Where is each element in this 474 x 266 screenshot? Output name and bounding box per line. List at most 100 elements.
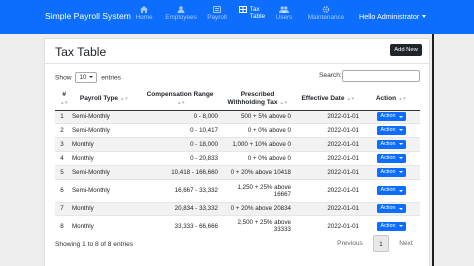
chevron-down-icon — [398, 225, 403, 228]
action-dropdown-button[interactable]: Action — [376, 221, 406, 231]
tax-table: #▲▼ Payroll Type ▲▼ Compensation Range▲▼ … — [55, 88, 420, 237]
col-header-payroll-type[interactable]: Payroll Type ▲▼ — [69, 88, 139, 111]
chevron-down-icon — [398, 143, 403, 145]
user-menu[interactable]: Hello Administrator — [359, 12, 427, 21]
withholding-tax: 500 + 5% above 0 — [221, 109, 294, 123]
action-dropdown-button[interactable]: Action — [376, 186, 406, 195]
chevron-down-icon — [398, 189, 403, 192]
row-number: 7 — [55, 201, 69, 215]
withholding-tax: 0 + 0% above 0 — [221, 122, 294, 137]
row-number: 1 — [55, 109, 69, 123]
row-number: 5 — [55, 164, 69, 179]
nav-tax-table[interactable]: Tax Table — [237, 6, 265, 30]
page-1-button[interactable]: 1 — [373, 235, 389, 252]
nav-users-label: Users — [275, 14, 293, 21]
payroll-type: Monthly — [69, 150, 139, 165]
action-cell: Action — [362, 214, 420, 237]
next-page-button[interactable]: Next — [395, 235, 417, 252]
sort-icon: ▲▼ — [60, 99, 69, 105]
table-row: 8 Monthly 33,333 - 66,666 2,500 + 25% ab… — [55, 214, 420, 237]
home-icon — [140, 6, 148, 13]
withholding-tax: 0 + 20% above 20834 — [221, 201, 294, 215]
tax-table-card: Tax Table Add New Show 10 entries Search… — [44, 38, 430, 266]
employees-icon — [177, 6, 185, 13]
row-number: 2 — [55, 122, 69, 137]
col-header-effective-date[interactable]: Effective Date ▲▼ — [294, 88, 362, 111]
sort-icon: ▲▼ — [346, 96, 355, 102]
nav-home[interactable]: Home — [134, 6, 154, 30]
chevron-down-icon — [398, 115, 403, 118]
table-row: 7 Monthly 20,834 - 33,332 0 + 20% above … — [55, 201, 420, 215]
effective-date: 2022-01-01 — [294, 122, 362, 137]
withholding-tax: 0 + 0% above 0 — [221, 150, 294, 165]
effective-date: 2022-01-01 — [294, 164, 362, 179]
chevron-down-icon — [398, 207, 403, 210]
nav-home-label: Home — [135, 14, 153, 21]
payroll-type: Monthly — [69, 136, 139, 151]
compensation-range: 0 - 10,417 — [139, 122, 221, 137]
payroll-type: Monthly — [69, 201, 139, 215]
effective-date: 2022-01-01 — [294, 136, 362, 151]
table-row: 4 Monthly 0 - 20,833 0 + 0% above 0 2022… — [55, 150, 420, 165]
effective-date: 2022-01-01 — [294, 214, 362, 237]
chevron-down-icon — [89, 76, 94, 78]
nav-maintenance-label: Maintenance — [307, 14, 345, 21]
compensation-range: 16,667 - 33,332 — [139, 178, 221, 202]
col-header-action[interactable]: Action ▲▼ — [362, 88, 420, 111]
compensation-range: 10,418 - 166,660 — [139, 164, 221, 179]
withholding-tax: 2,500 + 25% above 33333 — [221, 214, 294, 237]
col-header-compensation-range[interactable]: Compensation Range▲▼ — [139, 88, 221, 111]
action-dropdown-button[interactable]: Action — [376, 167, 406, 177]
page-size-value: 10 — [79, 74, 87, 81]
sort-icon: ▲▼ — [176, 99, 186, 105]
row-number: 8 — [55, 214, 69, 237]
nav-users[interactable]: Users — [274, 6, 294, 30]
compensation-range: 0 - 8,000 — [139, 109, 221, 123]
payroll-type: Semi-Monthly — [69, 122, 139, 137]
search-input[interactable] — [342, 70, 420, 82]
sort-icon: ▲▼ — [120, 96, 129, 102]
payroll-icon — [213, 6, 221, 13]
window-edge-divider — [432, 34, 434, 266]
table-row: 2 Semi-Monthly 0 - 10,417 0 + 0% above 0… — [55, 122, 420, 137]
brand-title[interactable]: Simple Payroll System — [45, 11, 131, 21]
top-navbar: Simple Payroll System Home Employees Pay… — [0, 0, 474, 34]
payroll-type: Semi-Monthly — [69, 109, 139, 123]
page-size-select[interactable]: 10 — [75, 72, 98, 83]
row-number: 3 — [55, 136, 69, 151]
payroll-type: Semi-Monthly — [69, 164, 139, 179]
col-header-number[interactable]: #▲▼ — [55, 88, 69, 111]
table-row: 6 Semi-Monthly 16,667 - 33,332 1,250 + 2… — [55, 178, 420, 202]
action-cell: Action — [362, 122, 420, 137]
table-row: 5 Semi-Monthly 10,418 - 166,660 0 + 20% … — [55, 164, 420, 179]
action-dropdown-button[interactable]: Action — [376, 125, 406, 135]
users-icon — [279, 6, 289, 13]
action-cell: Action — [362, 164, 420, 179]
action-dropdown-button[interactable]: Action — [376, 153, 406, 163]
nav-payroll-label: Payroll — [207, 14, 227, 21]
action-dropdown-button[interactable]: Action — [376, 139, 406, 149]
add-new-button[interactable]: Add New — [390, 44, 422, 56]
action-cell: Action — [362, 136, 420, 151]
search-label: Search: — [319, 72, 342, 79]
nav-employees-label: Employees — [165, 14, 197, 21]
previous-page-button[interactable]: Previous — [335, 235, 365, 252]
action-dropdown-button[interactable]: Action — [376, 112, 406, 121]
nav-employees[interactable]: Employees — [164, 6, 198, 30]
show-label: Show — [55, 74, 72, 82]
nav-payroll[interactable]: Payroll — [205, 6, 229, 30]
action-dropdown-button[interactable]: Action — [376, 204, 406, 213]
nav-maintenance[interactable]: Maintenance — [307, 6, 345, 30]
row-number: 4 — [55, 150, 69, 165]
nav-tax-table-label: Tax Table — [249, 6, 266, 20]
compensation-range: 0 - 18,000 — [139, 136, 221, 151]
payroll-type: Monthly — [69, 214, 139, 237]
entries-label: entries — [101, 74, 121, 82]
compensation-range: 20,834 - 33,332 — [139, 201, 221, 215]
col-header-withholding-tax[interactable]: Prescribed Withholding Tax ▲▼ — [221, 88, 294, 111]
action-cell: Action — [362, 150, 420, 165]
compensation-range: 0 - 20,833 — [139, 150, 221, 165]
table-info: Showing 1 to 8 of 8 entries — [55, 241, 134, 248]
withholding-tax: 1,250 + 25% above 16667 — [221, 178, 294, 202]
effective-date: 2022-01-01 — [294, 201, 362, 215]
